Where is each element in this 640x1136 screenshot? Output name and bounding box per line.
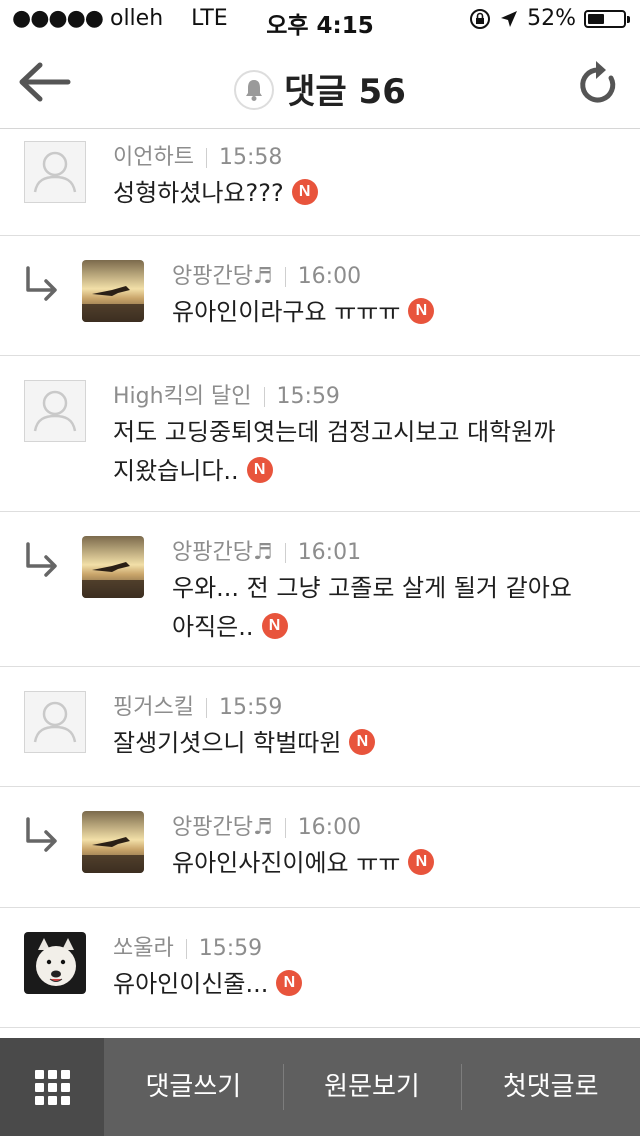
write-comment-button[interactable]: 댓글쓰기	[104, 1038, 283, 1136]
comment-meta: 핑거스킬 15:59	[113, 689, 282, 721]
dog-photo	[24, 932, 86, 994]
comment-time: 16:01	[297, 540, 362, 565]
comment-text-line: 아직은..	[172, 613, 254, 641]
author-name[interactable]: 앙팡간당♬	[172, 264, 273, 289]
comment-text: 유아인이라구요 ㅠㅠㅠ N	[172, 293, 435, 331]
comment-row[interactable]: 핑거스킬 15:59 잘생기셧으니 학벌따윈 N	[0, 667, 640, 787]
avatar[interactable]	[82, 260, 144, 322]
menu-button[interactable]	[0, 1038, 104, 1136]
comment-meta: 앙팡간당♬ 16:00	[172, 258, 361, 290]
battery-icon	[584, 9, 630, 28]
avatar[interactable]	[24, 932, 86, 994]
comment-time: 15:59	[198, 936, 263, 961]
new-badge: N	[349, 729, 376, 755]
author-name[interactable]: 쏘울라	[113, 936, 174, 961]
comment-text-line: 유아인사진이에요 ㅠㅠ	[172, 849, 401, 877]
reply-row[interactable]: 앙팡간당♬ 16:00 유아인이라구요 ㅠㅠㅠ N	[0, 236, 640, 356]
comment-meta: High킥의 달인 15:59	[113, 378, 340, 410]
title-text: 댓글 56	[284, 72, 406, 112]
new-badge: N	[276, 970, 303, 996]
status-bar: ●●●●● olleh LTE 오후 4:15 52%	[0, 0, 640, 40]
sunset-photo	[82, 260, 144, 322]
battery-percent: 52%	[527, 6, 576, 31]
comment-text-line: 저도 고딩중퇴엿는데 검정고시보고 대학원까	[113, 418, 556, 446]
comment-time: 15:58	[218, 145, 283, 170]
comment-row[interactable]: 쏘울라 15:59 유아인이신줄... N	[0, 908, 640, 1028]
reply-row[interactable]: 앙팡간당♬ 16:01 우와... 전 그냥 고졸로 살게 될거 같아요아직은.. N	[0, 512, 640, 667]
comment-meta: 앙팡간당♬ 16:01	[172, 534, 361, 566]
comment-text-line: 잘생기셧으니 학벌따윈	[113, 729, 342, 757]
comment-meta: 쏘울라 15:59	[113, 930, 262, 962]
comment-text: 우와... 전 그냥 고졸로 살게 될거 같아요	[172, 569, 572, 607]
default-avatar-icon	[33, 701, 77, 743]
default-avatar-icon	[33, 390, 77, 432]
comment-time: 15:59	[276, 384, 340, 409]
comment-time: 16:00	[297, 264, 362, 289]
default-avatar-icon	[33, 151, 77, 193]
sunset-photo	[82, 811, 144, 873]
comment-row[interactable]: 이언하트 15:58 성형하셨나요??? N	[0, 129, 640, 236]
divider	[205, 698, 207, 718]
avatar[interactable]	[24, 141, 86, 203]
divider	[205, 148, 207, 168]
reply-arrow-icon	[26, 817, 57, 852]
divider	[284, 818, 286, 838]
comment-text: 잘생기셧으니 학벌따윈 N	[113, 724, 376, 762]
divider	[263, 387, 265, 407]
comment-text-line: 우와... 전 그냥 고졸로 살게 될거 같아요	[172, 574, 572, 602]
battery-level	[588, 13, 604, 24]
grid-menu-icon	[34, 1069, 70, 1105]
status-icons: 52%	[469, 6, 630, 31]
comment-text-line: 유아인이라구요 ㅠㅠㅠ	[172, 298, 401, 326]
comment-text: 저도 고딩중퇴엿는데 검정고시보고 대학원까	[113, 413, 555, 451]
comment-text: 유아인이신줄... N	[113, 965, 303, 1003]
new-badge: N	[408, 849, 435, 875]
avatar[interactable]	[24, 380, 86, 442]
divider	[284, 267, 286, 287]
comment-text-line: 성형하셨나요???	[113, 179, 284, 207]
new-badge: N	[291, 179, 318, 205]
comment-meta: 앙팡간당♬ 16:00	[172, 809, 361, 841]
divider	[185, 939, 187, 959]
avatar[interactable]	[82, 536, 144, 598]
page-title: 댓글 56	[0, 64, 640, 114]
comment-time: 16:00	[297, 815, 362, 840]
view-original-button[interactable]: 원문보기	[282, 1038, 462, 1136]
reply-row[interactable]: 앙팡간당♬ 16:00 유아인사진이에요 ㅠㅠ N	[0, 787, 640, 908]
location-arrow-icon	[501, 10, 518, 27]
comment-row[interactable]: High킥의 달인 15:59 저도 고딩중퇴엿는데 검정고시보고 대학원까지왔습니…	[0, 356, 640, 512]
comment-list[interactable]: 이언하트 15:58 성형하셨나요??? N 앙팡간당♬ 16:00 유아인이라구요 ㅠㅠㅠ…	[0, 129, 640, 1038]
new-badge: N	[261, 613, 288, 639]
comment-text-cont: 지왔습니다.. N	[113, 452, 273, 490]
first-comment-button[interactable]: 첫댓글로	[461, 1038, 640, 1136]
comment-text-cont: 아직은.. N	[172, 608, 288, 646]
comment-text-line: 지왔습니다..	[113, 457, 239, 485]
new-badge: N	[246, 457, 273, 483]
new-badge: N	[408, 298, 435, 324]
reply-arrow-icon	[26, 542, 57, 577]
comment-text: 성형하셨나요??? N	[113, 174, 318, 212]
avatar[interactable]	[82, 811, 144, 873]
refresh-button[interactable]	[576, 58, 620, 110]
sunset-photo	[82, 536, 144, 598]
bell-icon	[246, 79, 263, 101]
divider	[284, 543, 286, 563]
comment-time: 15:59	[218, 695, 283, 720]
author-name[interactable]: 앙팡간당♬	[172, 815, 273, 840]
author-name[interactable]: 이언하트	[113, 145, 194, 170]
author-name[interactable]: 핑거스킬	[113, 695, 194, 720]
refresh-icon	[580, 61, 616, 103]
comment-text: 유아인사진이에요 ㅠㅠ N	[172, 844, 435, 882]
bottom-toolbar: 댓글쓰기 원문보기 첫댓글로	[0, 1038, 640, 1136]
rotation-lock-icon	[470, 8, 491, 29]
author-name[interactable]: High킥의 달인	[113, 384, 252, 409]
avatar[interactable]	[24, 691, 86, 753]
nav-bar: 댓글 56	[0, 40, 640, 129]
reply-arrow-icon	[26, 266, 57, 301]
comment-text-line: 유아인이신줄...	[113, 970, 269, 998]
comment-meta: 이언하트 15:58	[113, 139, 282, 171]
notification-bell-button[interactable]	[234, 69, 275, 110]
author-name[interactable]: 앙팡간당♬	[172, 540, 273, 565]
